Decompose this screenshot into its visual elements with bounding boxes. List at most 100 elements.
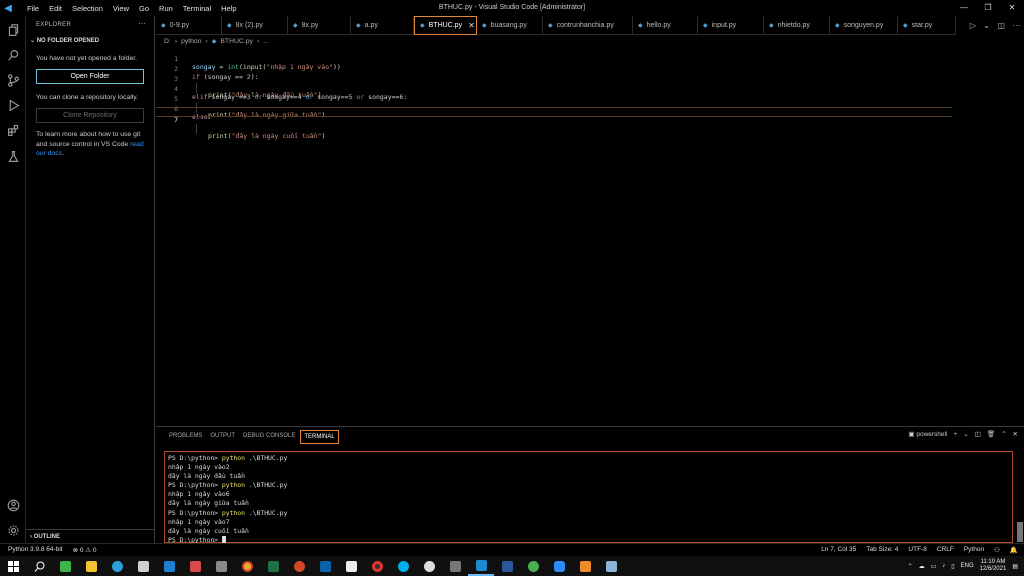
chevron-up-icon[interactable]: ⌃ (908, 563, 913, 570)
chevron-down-icon[interactable]: ⌄ (983, 21, 990, 30)
more-actions-icon[interactable]: ··· (138, 19, 146, 28)
app-blue-circle-icon[interactable] (416, 556, 442, 576)
tab-input[interactable]: ◆ input.py (698, 16, 764, 35)
tab-size[interactable]: Tab Size: 4 (866, 546, 898, 554)
close-panel-icon[interactable]: ✕ (1013, 430, 1018, 438)
explorer-icon[interactable] (5, 22, 21, 38)
app-green-circle-icon[interactable] (520, 556, 546, 576)
split-terminal-icon[interactable]: ◫ (975, 430, 981, 438)
input-language[interactable]: ENG (961, 563, 974, 569)
source-control-icon[interactable] (5, 72, 21, 88)
menu-run[interactable]: Run (154, 4, 178, 13)
code-line[interactable]: 1 songay = int(input("nhập 1 ngày vào")) (156, 47, 956, 71)
notifications-icon[interactable]: ▤ (1012, 563, 1018, 570)
app-note-icon[interactable] (598, 556, 624, 576)
powerpoint-icon[interactable] (286, 556, 312, 576)
run-debug-icon[interactable] (5, 97, 21, 113)
store-icon[interactable] (130, 556, 156, 576)
add-terminal-icon[interactable]: + (953, 431, 957, 438)
menu-view[interactable]: View (108, 4, 134, 13)
skype-icon[interactable] (390, 556, 416, 576)
tab-problems[interactable]: PROBLEMS (166, 430, 205, 444)
run-file-icon[interactable]: ▷ (970, 21, 976, 30)
close-tab-icon[interactable]: ✕ (468, 21, 475, 30)
open-folder-button[interactable]: Open Folder (36, 69, 144, 84)
terminal[interactable]: PS D:\python> python .\BTHUC.py nhập 1 n… (164, 451, 1013, 544)
code-editor[interactable]: 1 songay = int(input("nhập 1 ngày vào"))… (156, 46, 1024, 426)
chrome-icon[interactable] (234, 556, 260, 576)
menu-terminal[interactable]: Terminal (178, 4, 216, 13)
edge-icon[interactable] (104, 556, 130, 576)
close-icon[interactable]: ✕ (1000, 0, 1024, 16)
cursor-position[interactable]: Ln 7, Col 35 (821, 546, 856, 554)
word-icon[interactable] (494, 556, 520, 576)
extensions-icon[interactable] (5, 122, 21, 138)
tab-terminal[interactable]: TERMINAL (300, 430, 339, 444)
volume-icon[interactable]: ♪ (942, 563, 945, 569)
breadcrumb-drive[interactable]: D: (164, 38, 171, 45)
menu-file[interactable]: File (22, 4, 44, 13)
network-icon[interactable]: ▭ (931, 563, 937, 570)
problems-count[interactable]: ⊗ 0 ⚠ 0 (73, 546, 97, 554)
gear-icon[interactable] (5, 522, 21, 538)
breadcrumb-symbols[interactable]: ... (263, 38, 269, 45)
maximize-panel-icon[interactable]: ⌃ (1001, 430, 1006, 438)
tab-output[interactable]: OUTPUT (207, 430, 238, 444)
recorder-icon[interactable] (364, 556, 390, 576)
encoding[interactable]: UTF-8 (908, 546, 926, 554)
app-m-icon[interactable] (338, 556, 364, 576)
python-interpreter[interactable]: Python 3.9.8 64-bit (8, 546, 63, 554)
trash-icon[interactable]: 🗑 (987, 430, 995, 438)
account-icon[interactable] (5, 497, 21, 513)
vscode-taskbar-icon[interactable] (468, 556, 494, 576)
app-green-icon[interactable] (52, 556, 78, 576)
current-code-line[interactable]: 7 print("đây là ngày cuối tuần") (156, 107, 952, 140)
bell-icon[interactable]: 🔔 (1010, 546, 1018, 554)
outlook-icon[interactable] (312, 556, 338, 576)
language-mode[interactable]: Python (964, 546, 984, 554)
code-line[interactable]: 4 elif songay ==3 or songay==4 or songay… (156, 77, 956, 101)
outline-title[interactable]: › OUTLINE (30, 534, 60, 540)
zoom-icon[interactable] (546, 556, 572, 576)
menu-help[interactable]: Help (216, 4, 241, 13)
app-tools-icon[interactable] (442, 556, 468, 576)
tab-8x[interactable]: ◆ 8x.py (288, 16, 351, 35)
terminal-scrollbar[interactable] (1017, 522, 1023, 542)
menu-edit[interactable]: Edit (44, 4, 67, 13)
tab-0-9[interactable]: ◆ 0-9.py (156, 16, 222, 35)
line-ending[interactable]: CRLF (937, 546, 954, 554)
minimize-icon[interactable]: — (952, 0, 976, 16)
breadcrumb-folder[interactable]: python (181, 38, 201, 45)
file-explorer-icon[interactable] (78, 556, 104, 576)
code-line[interactable]: 5 print("đây là ngày giữa tuần") (156, 87, 956, 119)
tab-songuyen[interactable]: ◆ songuyen.py (830, 16, 898, 35)
photos-icon[interactable] (208, 556, 234, 576)
cloud-icon[interactable]: ☁ (919, 563, 925, 570)
feedback-icon[interactable]: ⚇ (994, 546, 1000, 554)
code-line[interactable]: 3 print("đây là ngày đầu tuần") (156, 67, 956, 99)
testing-icon[interactable] (5, 148, 21, 164)
battery-icon[interactable]: ▯ (951, 563, 954, 570)
excel-icon[interactable] (260, 556, 286, 576)
tab-debug-console[interactable]: DEBUG CONSOLE (240, 430, 298, 444)
tab-star[interactable]: ◆ star.py (898, 16, 956, 35)
code-line[interactable]: 6 else: (156, 97, 956, 121)
terminal-selector[interactable]: ▣ powershell (908, 430, 947, 438)
tab-contrunhanchia[interactable]: ◆ contrunhanchia.py (543, 16, 633, 35)
search-icon[interactable] (5, 47, 21, 63)
tab-nhietdo[interactable]: ◆ nhietdo.py (764, 16, 830, 35)
chevron-down-icon[interactable]: ⌄ (963, 430, 968, 438)
app-orange-icon[interactable] (572, 556, 598, 576)
tab-a[interactable]: ◆ a.py (351, 16, 414, 35)
more-actions-icon[interactable]: ··· (1012, 21, 1020, 30)
tab-8x-2[interactable]: ◆ 8x (2).py (222, 16, 288, 35)
tab-bthuc[interactable]: ◆ BTHUC.py ✕ (414, 16, 477, 35)
clone-repository-button[interactable]: Clone Repository (36, 108, 144, 123)
split-editor-icon[interactable]: ◫ (997, 21, 1005, 30)
paint-icon[interactable] (182, 556, 208, 576)
no-folder-section[interactable]: ⌄ NO FOLDER OPENED (30, 37, 99, 44)
clock[interactable]: 11:10 AM 12/6/2021 (980, 559, 1007, 574)
breadcrumb-file[interactable]: BTHUC.py (220, 38, 252, 45)
tab-hello[interactable]: ◆ hello.py (633, 16, 698, 35)
mail-icon[interactable] (156, 556, 182, 576)
